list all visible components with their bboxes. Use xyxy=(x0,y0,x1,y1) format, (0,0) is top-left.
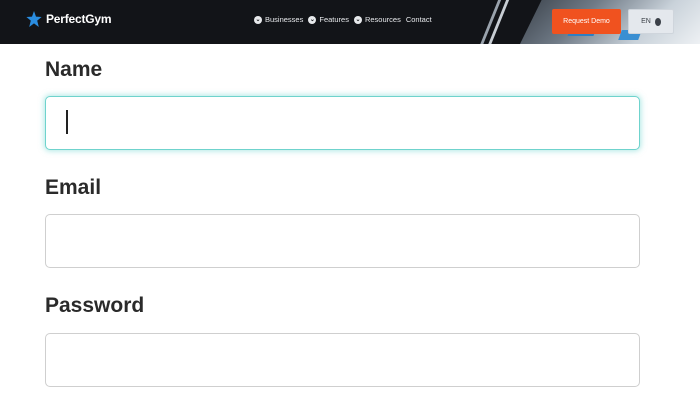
star-logo-icon xyxy=(26,11,42,27)
language-drop-icon xyxy=(654,17,661,26)
language-label: EN xyxy=(641,18,651,25)
chevron-down-icon: ⌄ xyxy=(353,15,362,24)
name-field-wrapper xyxy=(45,96,640,150)
brand-name: PerfectGym xyxy=(46,12,112,26)
password-field[interactable] xyxy=(45,333,640,387)
nav-item-label: Businesses xyxy=(265,15,304,24)
nav-item-contact[interactable]: Contact xyxy=(406,15,432,24)
email-label: Email xyxy=(45,176,102,199)
top-navigation-bar: PerfectGym ⌄ Businesses ⌄ Features ⌄ Res… xyxy=(0,0,700,44)
chevron-down-icon: ⌄ xyxy=(254,15,262,24)
brand-logo[interactable]: PerfectGym xyxy=(26,10,112,28)
nav-item-businesses[interactable]: ⌄ Businesses xyxy=(254,15,303,24)
name-label: Name xyxy=(45,58,103,81)
nav-item-label: Features xyxy=(319,15,349,24)
name-field[interactable] xyxy=(45,96,640,150)
text-cursor xyxy=(66,110,68,134)
password-label: Password xyxy=(45,294,145,317)
language-selector[interactable]: EN xyxy=(628,9,674,34)
chevron-down-icon: ⌄ xyxy=(308,15,317,24)
main-navigation: ⌄ Businesses ⌄ Features ⌄ Resources Cont… xyxy=(254,15,432,24)
nav-item-features[interactable]: ⌄ Features xyxy=(308,15,349,24)
request-demo-button[interactable]: Request Demo xyxy=(552,9,621,34)
nav-item-resources[interactable]: ⌄ Resources xyxy=(353,15,401,24)
email-field[interactable] xyxy=(45,214,640,268)
nav-item-label: Contact xyxy=(405,15,432,24)
nav-item-label: Resources xyxy=(364,15,401,24)
